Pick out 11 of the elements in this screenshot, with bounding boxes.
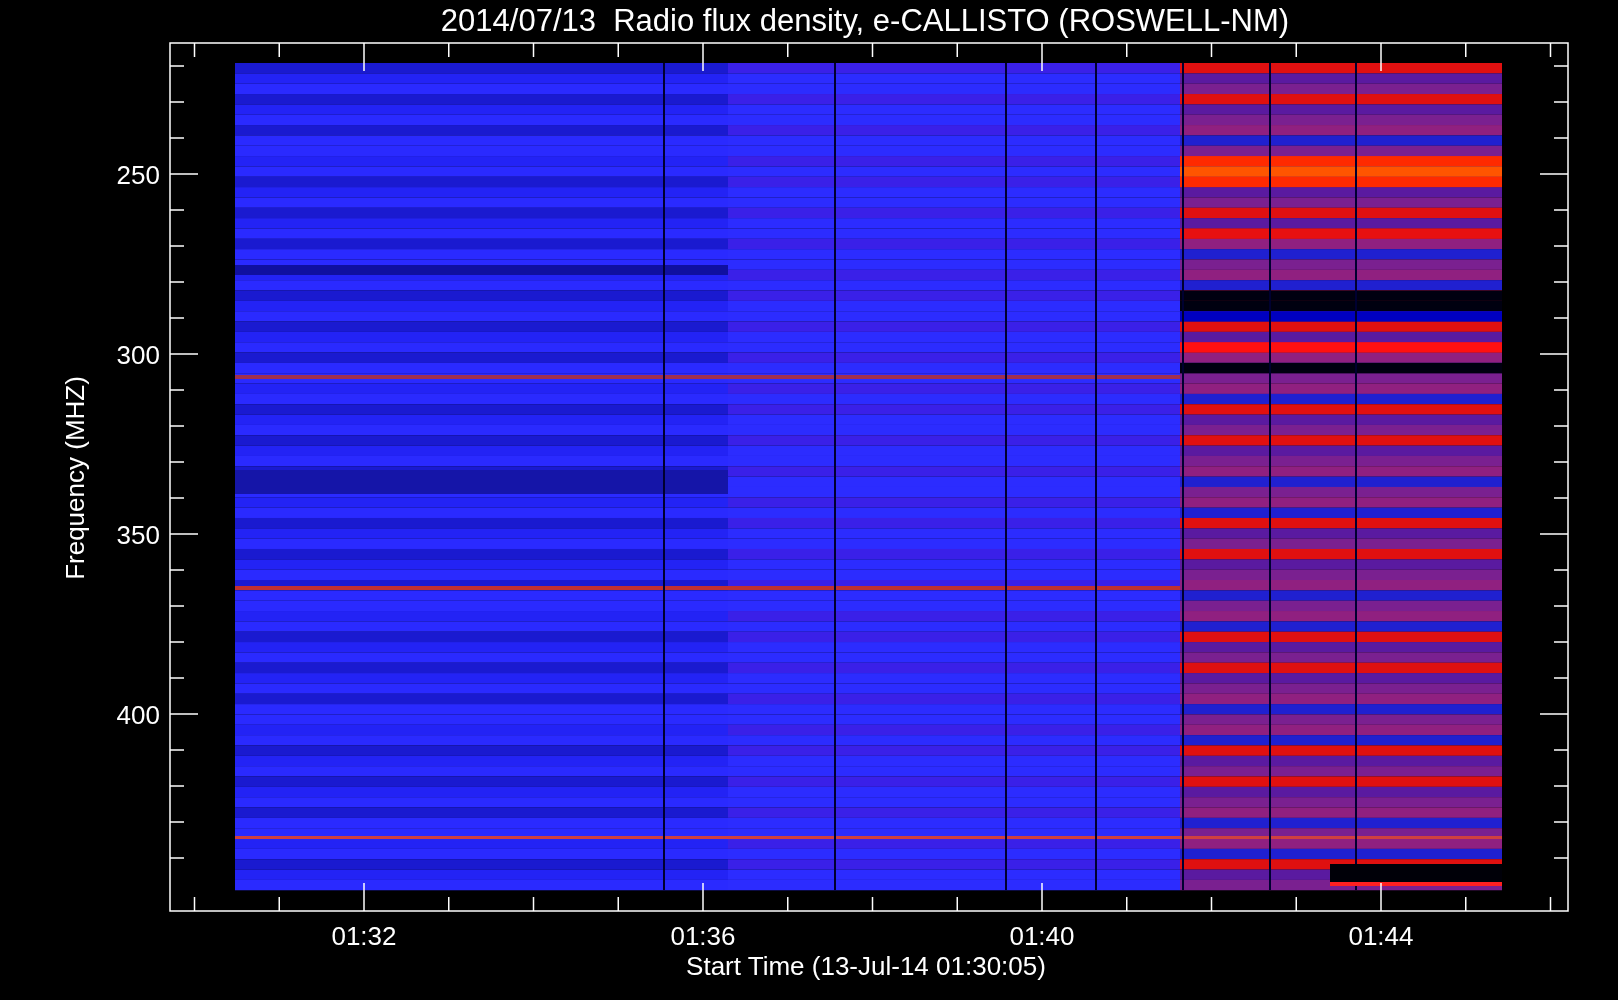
y-axis-label: Frequency (MHZ) (60, 376, 90, 580)
y-tick-label: 400 (116, 700, 160, 730)
y-tick-label: 250 (116, 160, 160, 190)
x-tick-label: 01:44 (1348, 921, 1414, 951)
x-tick-label: 01:36 (670, 921, 736, 951)
x-tick-label: 01:40 (1009, 921, 1075, 951)
plot-title: 2014/07/13 Radio flux density, e-CALLISTO (ROSWELL-NM) (440, 3, 1290, 38)
x-axis-label: Start Time (13-Jul-14 01:30:05) (686, 951, 1046, 981)
x-tick-label: 01:32 (331, 921, 397, 951)
y-tick-label: 350 (116, 520, 160, 550)
y-tick-label: 300 (116, 340, 160, 370)
